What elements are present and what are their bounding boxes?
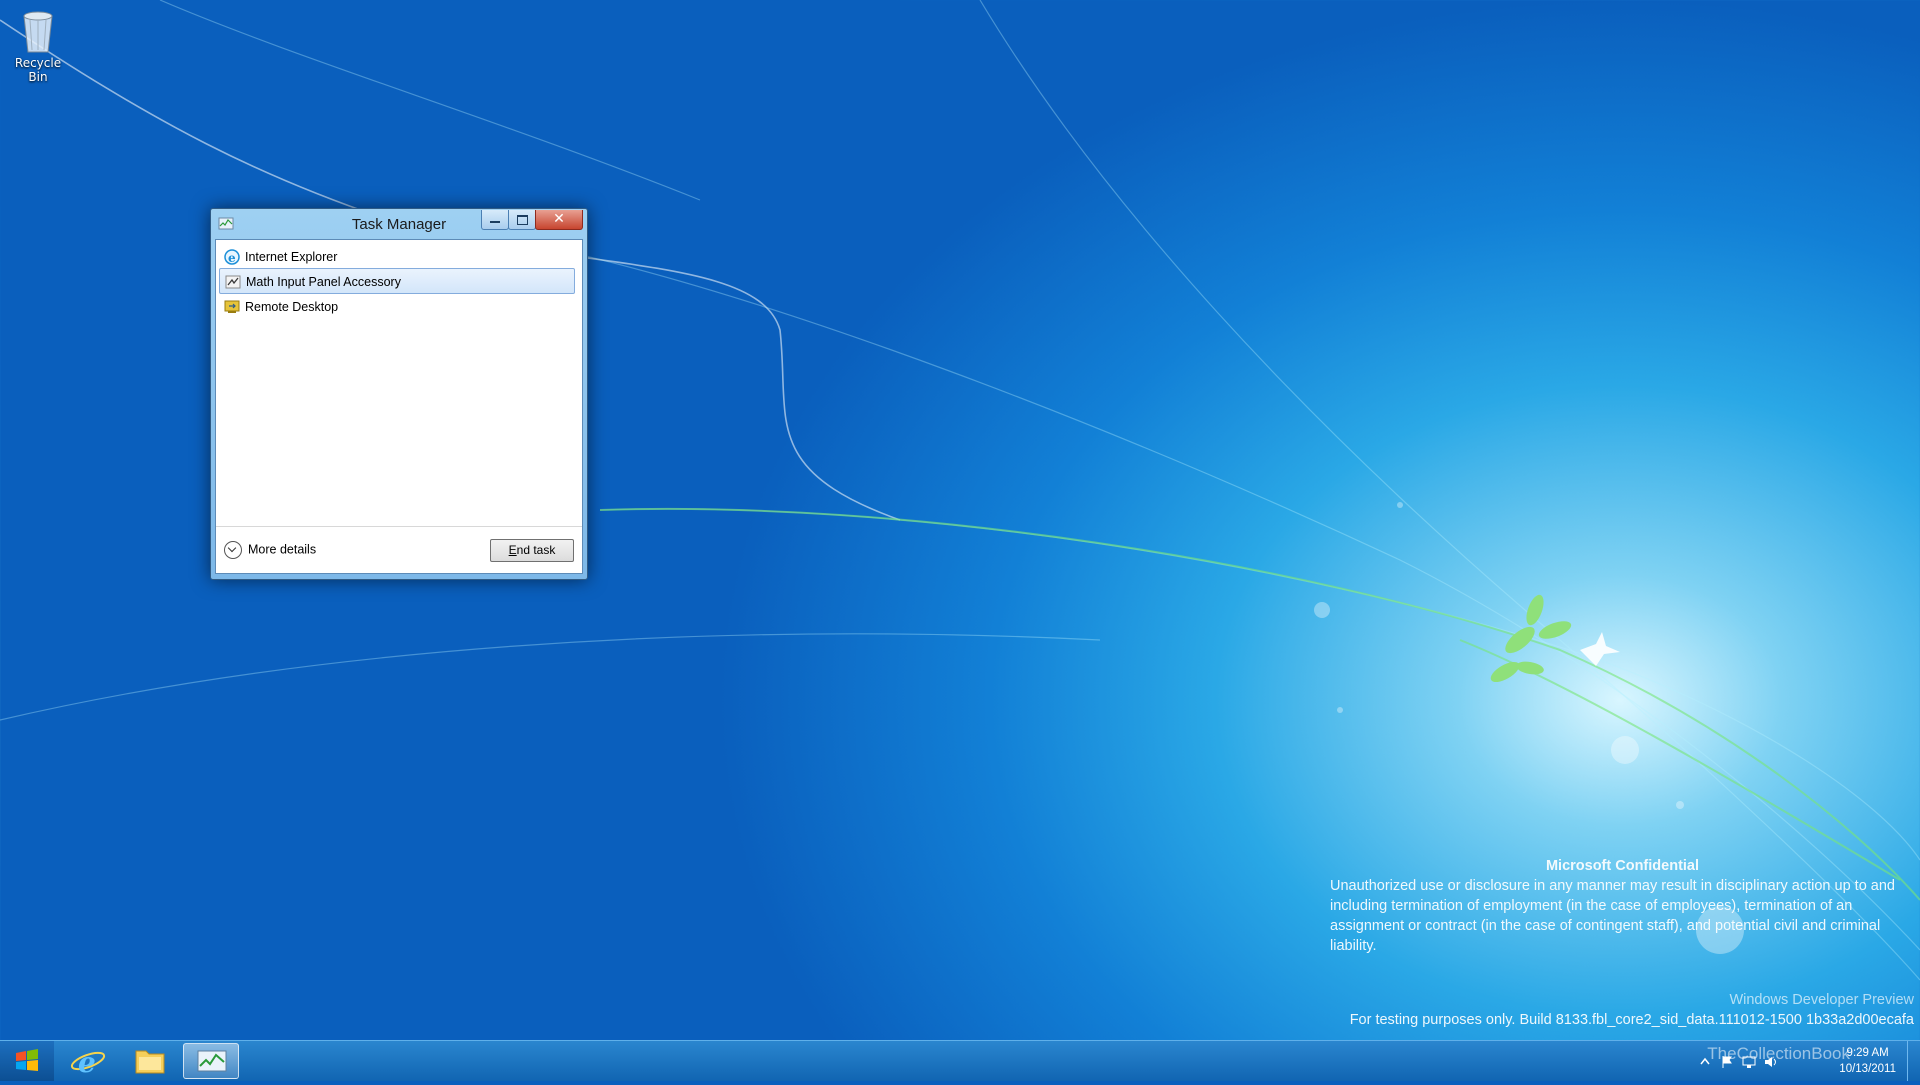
file-explorer-icon xyxy=(135,1050,165,1074)
internet-explorer-icon: e xyxy=(224,249,240,265)
taskbar-file-explorer[interactable] xyxy=(122,1043,178,1079)
end-task-accelerator: E xyxy=(508,543,517,557)
taskbar: e 9:29 AM 10/13/2011 xyxy=(0,1040,1920,1081)
taskbar-task-manager[interactable] xyxy=(183,1043,239,1079)
windows-logo-icon xyxy=(16,1049,38,1071)
build-info: Windows Developer Preview For testing pu… xyxy=(1350,990,1914,1030)
internet-explorer-icon: e xyxy=(70,1046,106,1079)
app-name: Internet Explorer xyxy=(245,250,338,264)
recycle-bin-icon xyxy=(23,11,53,53)
edition-label: Windows Developer Preview xyxy=(1729,992,1914,1008)
minimize-button[interactable] xyxy=(481,210,509,230)
app-name: Math Input Panel Accessory xyxy=(246,275,401,289)
list-item[interactable]: e Internet Explorer xyxy=(219,244,575,270)
svg-text:e: e xyxy=(228,251,236,265)
brand-watermark: TheCollectionBook xyxy=(1707,1044,1850,1063)
task-manager-content: e Internet Explorer Math Input Panel Acc… xyxy=(215,239,583,574)
close-button[interactable]: ✕ xyxy=(535,210,583,230)
confidential-body: Unauthorized use or disclosure in any ma… xyxy=(1330,878,1895,954)
title-bar[interactable]: Task Manager ✕ xyxy=(211,209,587,239)
minimize-icon xyxy=(482,210,508,229)
end-task-label: nd task xyxy=(516,543,556,557)
close-icon: ✕ xyxy=(553,211,565,227)
window-footer: More details End task xyxy=(216,526,582,573)
maximize-button[interactable] xyxy=(508,210,536,230)
build-string: For testing purposes only. Build 8133.fb… xyxy=(1349,1012,1914,1028)
chevron-down-icon xyxy=(224,541,242,559)
recycle-bin-desktop-icon[interactable]: Recycle Bin xyxy=(4,6,72,84)
confidential-notice: Microsoft Confidential Unauthorized use … xyxy=(1330,856,1915,956)
svg-text:e: e xyxy=(78,1046,96,1079)
show-desktop-button[interactable] xyxy=(1907,1041,1920,1081)
start-button[interactable] xyxy=(0,1041,54,1081)
task-manager-icon xyxy=(197,1050,227,1072)
maximize-icon xyxy=(509,210,535,229)
recycle-bin-label: Recycle Bin xyxy=(14,56,62,84)
more-details-label: More details xyxy=(248,542,317,557)
task-manager-window: Task Manager ✕ e Internet Explorer Math … xyxy=(210,208,588,580)
app-name: Remote Desktop xyxy=(245,300,339,314)
remote-desktop-icon xyxy=(224,300,240,313)
math-input-panel-icon xyxy=(225,275,241,289)
confidential-heading: Microsoft Confidential xyxy=(1545,858,1700,874)
list-item[interactable]: Remote Desktop xyxy=(219,294,575,320)
end-task-button[interactable]: End task xyxy=(490,539,574,562)
more-details-toggle[interactable]: More details xyxy=(224,541,316,559)
taskbar-internet-explorer[interactable]: e xyxy=(60,1043,116,1079)
app-list: e Internet Explorer Math Input Panel Acc… xyxy=(216,240,582,530)
list-item-selected[interactable]: Math Input Panel Accessory xyxy=(219,268,575,294)
